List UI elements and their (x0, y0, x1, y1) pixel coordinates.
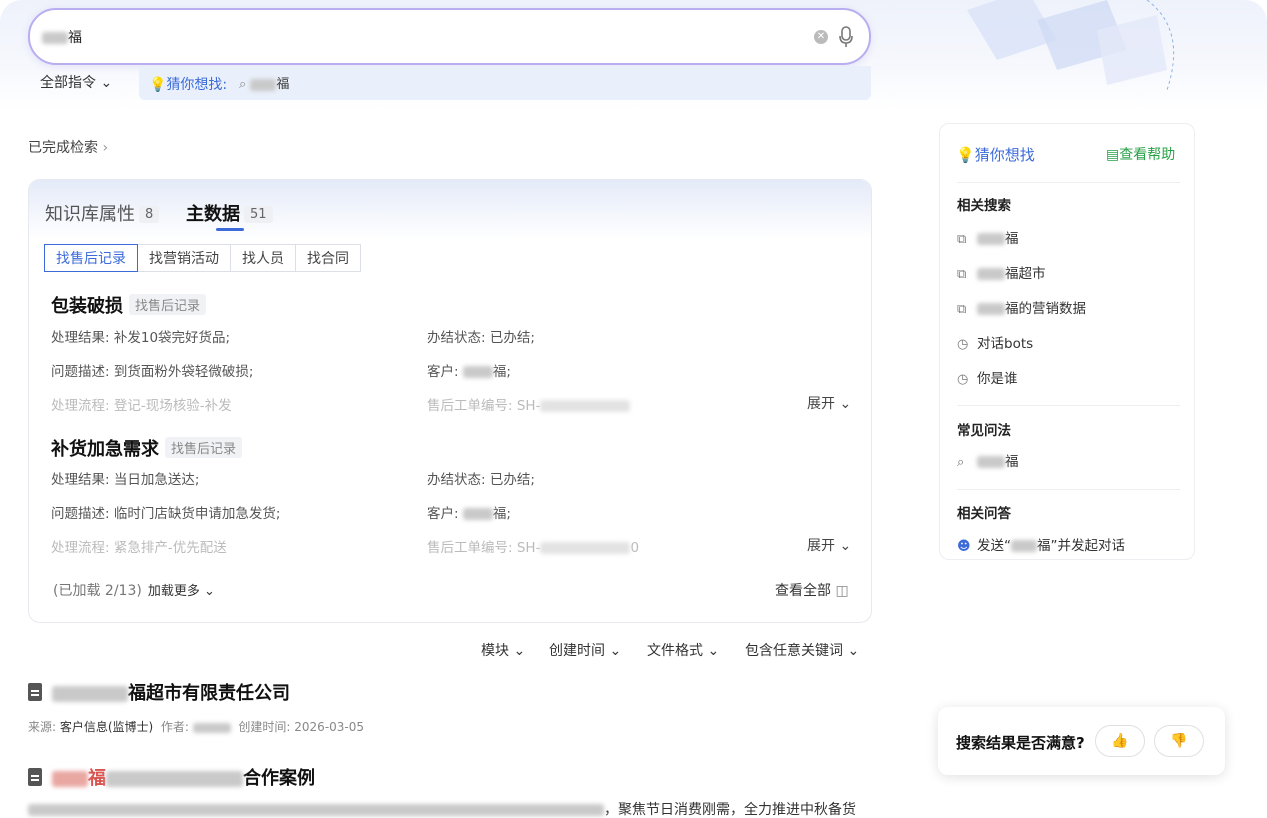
load-more-button[interactable]: 加载更多 ⌄ (148, 584, 215, 599)
sidebar-title: 💡猜你想找 (956, 146, 1035, 164)
filter-created-time[interactable]: 创建时间 ⌄ (549, 640, 621, 660)
subtab-group: 找售后记录 找营销活动 找人员 找合同 (44, 244, 361, 272)
load-status: (已加载 2/13) 加载更多 ⌄ (53, 583, 215, 599)
search-icon: ⌕ (239, 77, 247, 92)
clock-icon: ◷ (957, 372, 969, 387)
lightbulb-icon: 💡 (149, 77, 167, 93)
clear-icon[interactable]: ✕ (814, 30, 828, 44)
chevron-right-icon: › (102, 140, 109, 156)
record-title: 补货加急需求 (51, 439, 159, 460)
copy-icon: ⧉ (957, 232, 967, 247)
filter-keywords[interactable]: 包含任意关键词 ⌄ (745, 640, 859, 660)
related-search-item[interactable]: ⧉ 福 (957, 227, 1019, 247)
thumbs-up-icon[interactable]: 👍 (1095, 725, 1145, 757)
all-commands-dropdown[interactable]: 全部指令 ⌄ (40, 72, 112, 92)
thumbs-down-icon[interactable]: 👎 (1154, 725, 1204, 757)
subtab-contracts[interactable]: 找合同 (295, 244, 361, 272)
record-item[interactable]: 补货加急需求 找售后记录 处理结果: 当日加急送达; 办结状态: 已办结; 问题描… (51, 435, 861, 556)
tab-knowledge-attributes[interactable]: 知识库属性 8 (45, 200, 160, 226)
related-qa-heading: 相关问答 (957, 506, 1011, 522)
sidebar-panel: 💡猜你想找 ▤查看帮助 相关搜索 ⧉ 福 ⧉ 福超市 ⧉ 福的营销数据 ◷ 对话bots… (939, 123, 1195, 560)
lightbulb-icon: 💡 (956, 146, 975, 164)
panel-icon: ◫ (835, 583, 849, 599)
result-meta: 来源: 客户信息(监博士) 作者: 创建时间: 2026-03-05 (28, 720, 365, 734)
document-icon: ▤ (1106, 147, 1120, 163)
result-title[interactable]: 福合作案例 (28, 764, 315, 790)
record-item[interactable]: 包装破损 找售后记录 处理结果: 补发10袋完好货品; 办结状态: 已办结; 问题… (51, 292, 861, 414)
record-tag: 找售后记录 (129, 294, 207, 315)
mic-icon[interactable] (838, 25, 854, 49)
search-input[interactable]: 福 (42, 27, 82, 47)
faq-heading: 常见问法 (957, 423, 1011, 439)
chat-bot-icon: ☻ (957, 539, 971, 554)
related-search-item[interactable]: ⧉ 福的营销数据 (957, 297, 1086, 317)
decorative-graphic (907, 0, 1207, 100)
subtab-marketing[interactable]: 找营销活动 (137, 244, 231, 272)
filter-file-format[interactable]: 文件格式 ⌄ (647, 640, 719, 660)
guess-suggestion[interactable]: 💡猜你想找: ⌕ 福 (139, 66, 871, 100)
record-tag: 找售后记录 (165, 437, 243, 458)
guess-query[interactable]: ⌕ 福 (239, 73, 289, 92)
subtab-after-sales[interactable]: 找售后记录 (44, 244, 138, 272)
related-search-item[interactable]: ◷ 对话bots (957, 332, 1033, 352)
master-data-card: 知识库属性 8 主数据 51 找售后记录 找营销活动 找人员 找合同 包装破损 找售后… (28, 179, 872, 623)
app-window: 福 ✕ 全部指令 ⌄ 💡猜你想找: ⌕ 福 已完成检索 › 知识库属性 8 主数据… (0, 0, 1267, 818)
command-bar: 全部指令 ⌄ 💡猜你想找: ⌕ 福 (28, 66, 871, 100)
qa-item[interactable]: ☻ 发送“ 福”并发起对话 (957, 534, 1125, 554)
help-link[interactable]: ▤查看帮助 (1106, 144, 1175, 164)
active-tab-indicator (216, 228, 244, 231)
expand-button[interactable]: 展开 ⌄ (807, 393, 851, 413)
tab-master-data[interactable]: 主数据 51 (186, 200, 273, 226)
chevron-down-icon: ⌄ (100, 75, 113, 91)
record-title: 包装破损 (51, 296, 123, 317)
copy-icon: ⧉ (957, 267, 967, 282)
related-search-item[interactable]: ◷ 你是谁 (957, 367, 1018, 387)
search-box[interactable]: 福 ✕ (28, 8, 871, 65)
feedback-panel: 搜索结果是否满意? 👍 👎 (938, 707, 1225, 775)
subtab-people[interactable]: 找人员 (230, 244, 296, 272)
result-title[interactable]: 福超市有限责任公司 (28, 679, 290, 705)
related-search-heading: 相关搜索 (957, 198, 1011, 214)
faq-item[interactable]: ⌕ 福 (957, 450, 1019, 470)
see-all-button[interactable]: 查看全部 ◫ (775, 580, 849, 600)
search-icon: ⌕ (957, 455, 965, 470)
feedback-question: 搜索结果是否满意? (956, 734, 1085, 752)
document-icon (28, 768, 42, 786)
search-status[interactable]: 已完成检索 › (28, 137, 108, 157)
copy-icon: ⧉ (957, 302, 967, 317)
document-icon (28, 683, 42, 701)
filter-module[interactable]: 模块 ⌄ (481, 640, 525, 660)
expand-button[interactable]: 展开 ⌄ (807, 535, 851, 555)
result-snippet: ，聚焦节日消费刚需，全力推进中秋备货 (28, 799, 856, 818)
clock-icon: ◷ (957, 337, 969, 352)
related-search-item[interactable]: ⧉ 福超市 (957, 262, 1046, 282)
